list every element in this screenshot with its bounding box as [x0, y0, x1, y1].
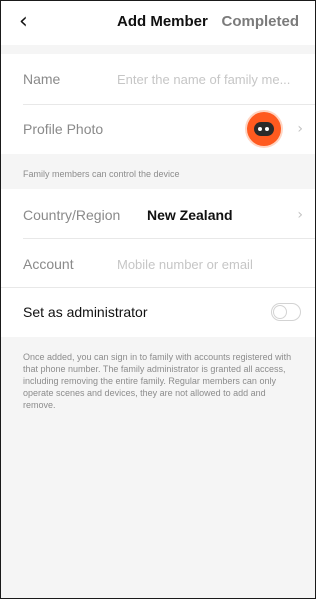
page-title: Add Member	[117, 13, 208, 30]
completed-button[interactable]: Completed	[221, 13, 299, 30]
name-label: Name	[23, 71, 61, 87]
back-icon[interactable]: ‹	[19, 11, 41, 35]
chevron-right-icon: ›	[297, 121, 303, 137]
country-region-row[interactable]: Country/Region New Zealand ›	[1, 189, 315, 239]
eye-icon	[258, 127, 262, 131]
member-info-card: Name Enter the name of family me... Prof…	[1, 54, 315, 154]
admin-label: Set as administrator	[23, 304, 148, 320]
app-frame: ‹ Add Member Completed Name Enter the na…	[0, 0, 316, 599]
robot-face-icon	[254, 122, 274, 136]
avatar[interactable]	[247, 112, 281, 146]
profile-photo-label: Profile Photo	[23, 121, 104, 137]
country-region-value: New Zealand	[147, 207, 233, 223]
top-bar: ‹ Add Member Completed	[1, 1, 315, 45]
name-input[interactable]: Enter the name of family me...	[117, 72, 297, 87]
profile-photo-row[interactable]: Profile Photo ›	[1, 104, 315, 154]
chevron-right-icon: ›	[297, 207, 303, 223]
admin-toggle[interactable]	[271, 303, 301, 321]
name-row[interactable]: Name Enter the name of family me...	[1, 54, 315, 104]
account-row[interactable]: Account Mobile number or email	[1, 238, 315, 288]
account-label: Account	[23, 256, 74, 272]
admin-card: Set as administrator	[1, 287, 315, 337]
account-card: Country/Region New Zealand › Account Mob…	[1, 189, 315, 287]
section-note: Family members can control the device	[23, 169, 180, 179]
eye-icon	[265, 127, 269, 131]
row-divider	[1, 287, 315, 288]
toggle-knob	[273, 305, 287, 319]
info-text: Once added, you can sign in to family wi…	[23, 352, 292, 410]
account-input[interactable]: Mobile number or email	[117, 257, 297, 272]
country-region-label: Country/Region	[23, 207, 121, 223]
